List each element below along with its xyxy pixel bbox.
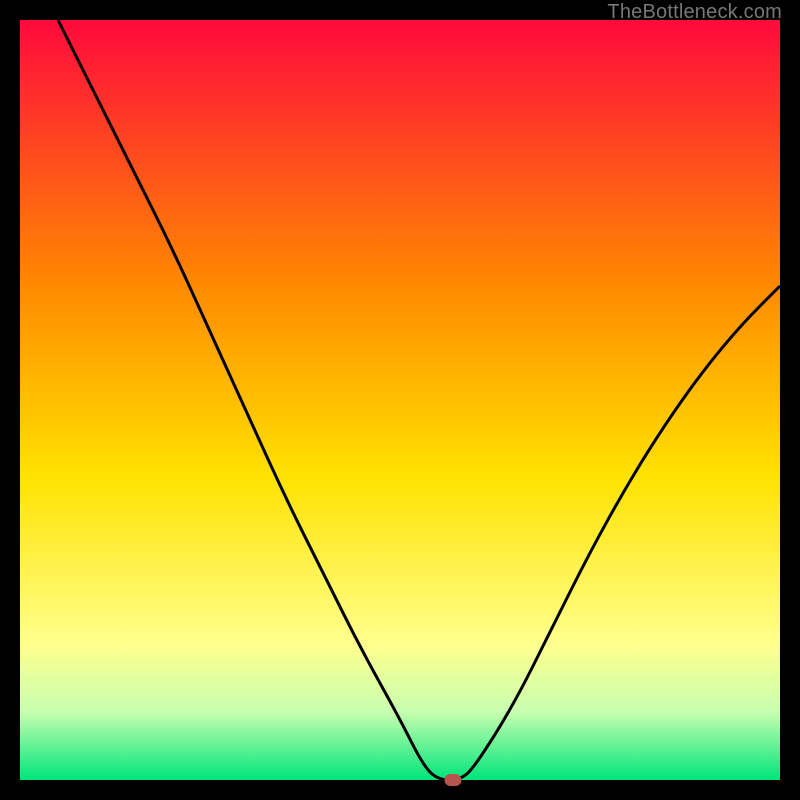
plot-svg	[20, 20, 780, 780]
plot-background	[20, 20, 780, 780]
optimal-marker	[445, 774, 462, 786]
chart-frame: TheBottleneck.com	[0, 0, 800, 800]
watermark-text: TheBottleneck.com	[607, 1, 782, 24]
plot-area	[20, 20, 780, 780]
